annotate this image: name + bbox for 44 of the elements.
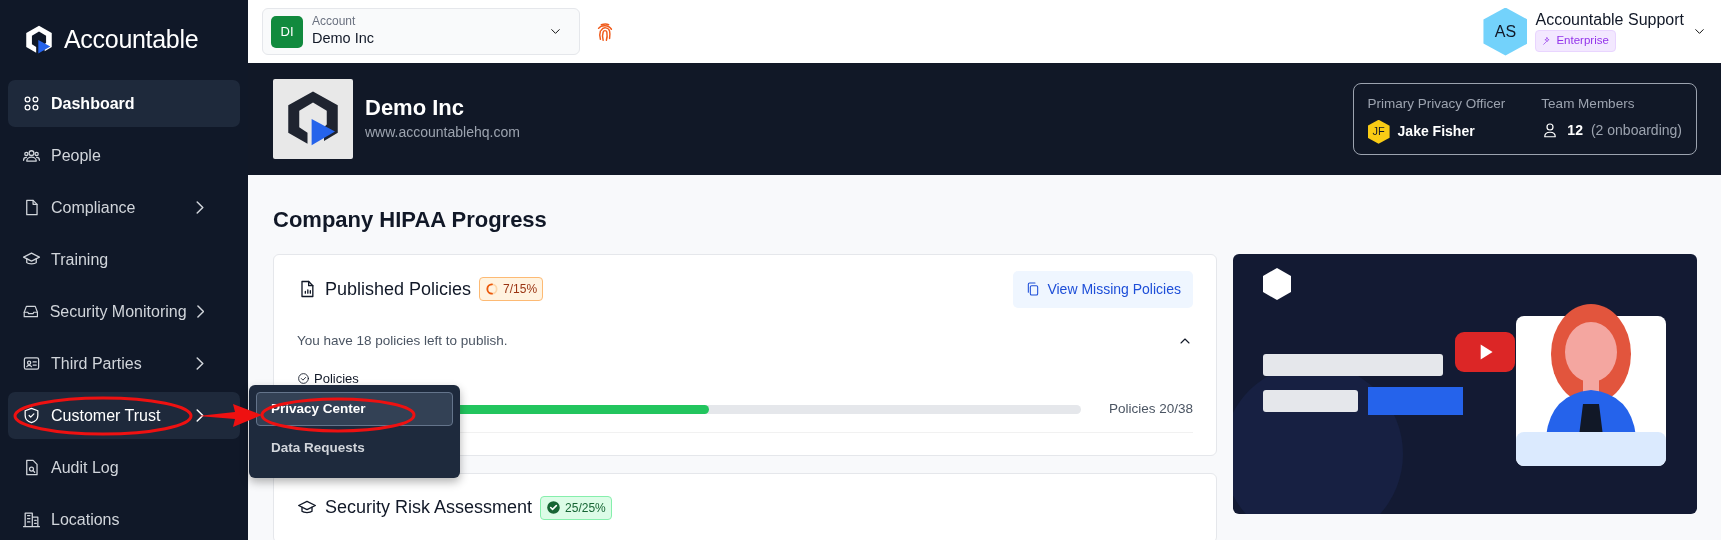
- card-title: Security Risk Assessment: [325, 496, 533, 519]
- plan-badge: Enterprise: [1535, 30, 1616, 52]
- submenu-item[interactable]: Privacy Center: [256, 392, 453, 427]
- building-icon: [22, 510, 41, 529]
- check-circle-icon: [546, 500, 562, 515]
- sidebar-item[interactable]: Training: [8, 236, 240, 283]
- shield-check-icon: [22, 406, 41, 425]
- officer-avatar: JF: [1367, 119, 1390, 144]
- sidebar-item[interactable]: Security Monitoring: [8, 288, 240, 335]
- account-value: Demo Inc: [312, 28, 376, 48]
- company-name: Demo Inc: [365, 95, 466, 122]
- sidebar-item[interactable]: Dashboard: [8, 80, 240, 127]
- id-card-icon: [22, 354, 41, 373]
- progress-reading: Policies 20/38: [1108, 399, 1193, 418]
- page-title: Company HIPAA Progress: [273, 206, 548, 234]
- team-count: 12: [1567, 120, 1583, 140]
- user-name: Accountable Support: [1535, 9, 1684, 30]
- view-missing-button[interactable]: View Missing Policies: [1013, 270, 1193, 308]
- play-button[interactable]: [1455, 332, 1515, 372]
- grid-icon: [22, 94, 41, 113]
- account-select[interactable]: DI Account Demo Inc: [262, 8, 580, 55]
- sidebar-item[interactable]: Audit Log: [8, 444, 240, 491]
- officer-name: Jake Fisher: [1397, 122, 1475, 142]
- sidebar-item[interactable]: Compliance: [8, 184, 240, 231]
- company-website: www.accountablehq.com: [365, 122, 520, 142]
- user-avatar: AS: [1483, 7, 1528, 56]
- status-badge: 25/25%: [540, 495, 612, 520]
- sidebar-item[interactable]: People: [8, 132, 240, 179]
- team-note: (2 onboarding): [1590, 120, 1682, 140]
- sidebar-item[interactable]: Third Parties: [8, 340, 240, 387]
- submenu-item[interactable]: Data Requests: [256, 431, 453, 466]
- team-label: Team Members: [1541, 95, 1636, 114]
- status-badge: 7/15%: [479, 277, 544, 301]
- card-message: You have 18 policies left to publish.: [297, 331, 508, 350]
- progress-label: Policies: [297, 369, 1193, 389]
- account-avatar: DI: [271, 15, 303, 48]
- account-label: Account: [312, 15, 357, 29]
- officer-label: Primary Privacy Officer: [1367, 95, 1506, 114]
- sidebar-item[interactable]: Locations: [8, 496, 240, 540]
- logo-text: Accountable: [64, 24, 199, 56]
- progress-ring-icon: [485, 282, 500, 296]
- card-title: Published Policies: [325, 277, 472, 301]
- sparkle-icon: [1542, 36, 1553, 47]
- check-circle-icon: [297, 372, 310, 386]
